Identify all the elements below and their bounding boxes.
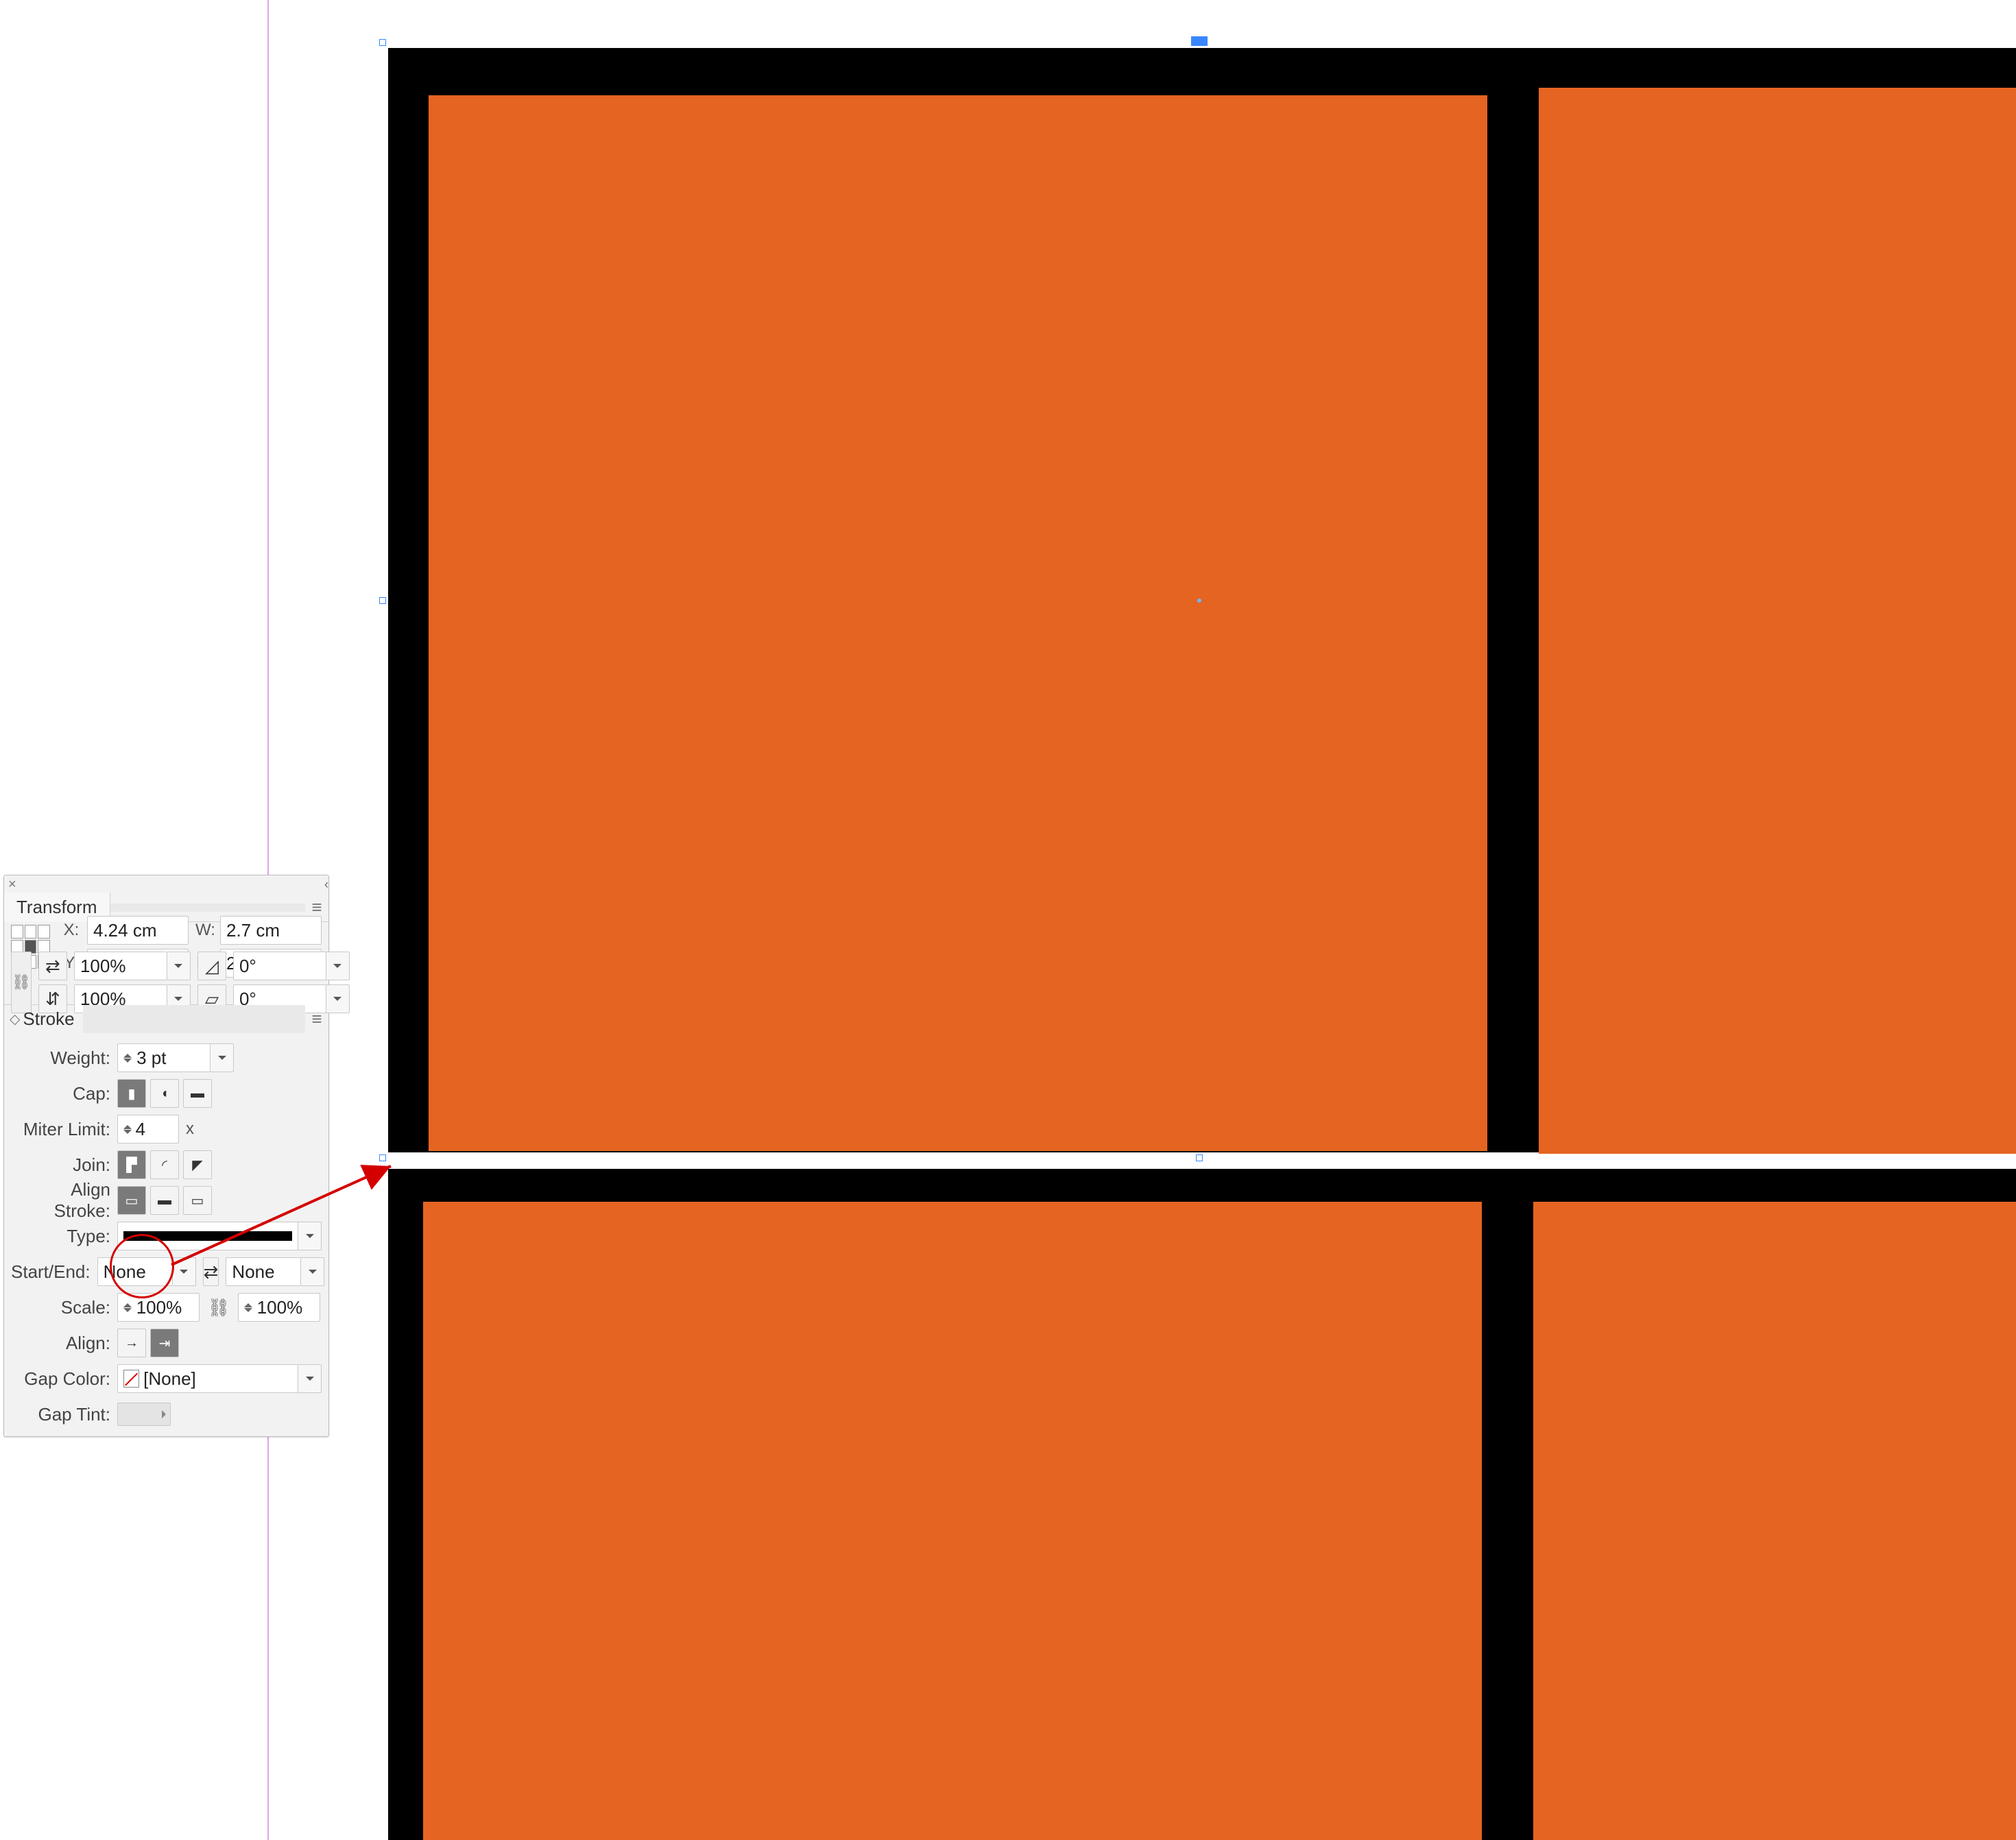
rotate-dropdown[interactable] <box>326 952 350 980</box>
flip-h-icon <box>38 952 67 980</box>
stroke-header[interactable]: ◇ Stroke ≡ <box>4 1004 328 1033</box>
miter-input[interactable] <box>117 1115 179 1143</box>
align-stroke-label: Align Stroke: <box>11 1179 110 1222</box>
scale-end-input[interactable] <box>238 1293 320 1322</box>
cap-projecting-icon[interactable]: ▬ <box>183 1079 212 1108</box>
cap-butt-icon[interactable]: ▮ <box>117 1079 146 1108</box>
gap-color-label: Gap Color: <box>11 1368 110 1390</box>
join-label: Join: <box>11 1154 110 1176</box>
weight-dropdown[interactable] <box>211 1043 234 1072</box>
scale-x-dropdown[interactable] <box>167 952 191 980</box>
scale-label: Scale: <box>11 1297 110 1318</box>
handle-tl[interactable] <box>379 39 386 46</box>
stroke-title: Stroke <box>23 1008 74 1030</box>
gap-color-select[interactable] <box>117 1364 298 1393</box>
weight-label: Weight: <box>11 1048 110 1069</box>
handle-bc[interactable] <box>1196 1154 1203 1161</box>
w-label: W: <box>195 921 213 940</box>
cap-round-icon[interactable]: ◖ <box>150 1079 179 1108</box>
gap-tint-slider[interactable] <box>117 1403 171 1426</box>
rotate-icon <box>197 952 226 980</box>
selection-bounds <box>383 43 2016 1158</box>
x-label: X: <box>62 921 80 940</box>
panel-menu-icon[interactable]: ≡ <box>305 897 328 918</box>
shear-dropdown[interactable] <box>326 984 350 1013</box>
cell-bot-left <box>423 1202 1482 1840</box>
join-miter-icon[interactable]: ▛ <box>117 1150 146 1179</box>
gap-color-dropdown[interactable] <box>298 1364 322 1393</box>
object-row2[interactable] <box>388 1169 2016 1840</box>
none-swatch-icon <box>123 1370 139 1388</box>
annotation-arrow <box>171 1162 398 1265</box>
align-center-icon[interactable]: ▭ <box>117 1186 146 1215</box>
cell-bot-right <box>1533 1202 2016 1840</box>
weight-input[interactable] <box>117 1043 211 1072</box>
align-arrow-label: Align: <box>11 1333 110 1354</box>
arrow-align-tip-icon[interactable]: → <box>117 1329 146 1357</box>
stroke-menu-icon[interactable]: ≡ <box>305 1008 328 1030</box>
annotation-circle <box>110 1234 174 1298</box>
miter-label: Miter Limit: <box>11 1119 110 1140</box>
handle-ml[interactable] <box>379 597 386 604</box>
scale-link-icon[interactable]: ⛓ <box>206 1293 231 1322</box>
type-label: Type: <box>11 1226 110 1247</box>
arrow-align-extend-icon[interactable]: ⇥ <box>150 1329 179 1357</box>
caret-icon: ◇ <box>10 1010 20 1028</box>
x-input[interactable] <box>87 916 189 945</box>
rotate-input[interactable] <box>233 952 326 980</box>
center-point <box>1197 598 1201 603</box>
properties-panel[interactable]: × ‹‹ Transform ≡ X: W: Y: H: <box>3 875 329 1437</box>
close-icon[interactable]: × <box>8 877 16 893</box>
scale-x-input[interactable] <box>74 952 167 980</box>
gap-tint-label: Gap Tint: <box>11 1404 110 1425</box>
miter-suffix: x <box>186 1119 194 1139</box>
panel-top-bar[interactable]: × ‹‹ <box>4 875 328 893</box>
cap-label: Cap: <box>11 1083 110 1104</box>
stroke-tab-spacer <box>83 1005 305 1033</box>
tab-spacer <box>110 904 306 912</box>
constrain-proportions-icon[interactable]: ⛓ <box>11 952 32 1013</box>
startend-label: Start/End: <box>11 1261 91 1283</box>
w-input[interactable] <box>220 916 322 945</box>
selected-object[interactable] <box>383 43 2016 1158</box>
handle-tc[interactable] <box>1191 36 1208 46</box>
scale-start-input[interactable] <box>117 1293 200 1322</box>
transform-section: X: W: Y: H: ⛓ <box>4 922 328 1004</box>
handle-bl[interactable] <box>379 1154 386 1161</box>
